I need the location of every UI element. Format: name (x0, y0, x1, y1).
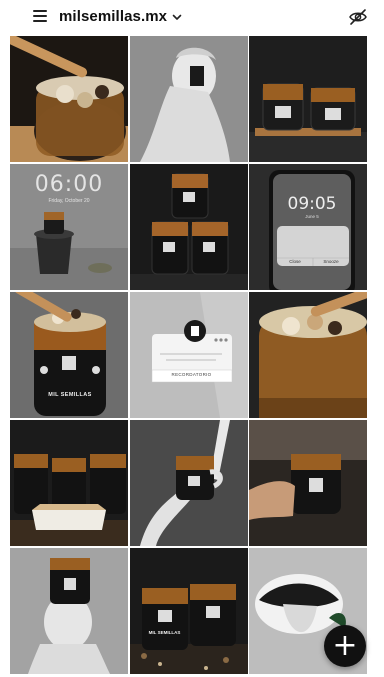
jar-label-text: MIL SEMILLAS (48, 392, 92, 398)
tile-image (249, 420, 367, 546)
plus-icon: + (332, 628, 358, 663)
tile-image (129, 36, 248, 162)
tile-two-jars-scattered[interactable]: MIL SEMILLAS (129, 548, 248, 674)
eye-off-icon[interactable] (348, 8, 368, 26)
tile-image (129, 164, 248, 290)
tile-image (129, 548, 248, 674)
tile-image (10, 36, 128, 162)
tile-jar-spoon-closeup[interactable] (10, 36, 128, 162)
chevron-down-icon (172, 14, 182, 20)
tile-image (10, 548, 128, 674)
tile-image (249, 292, 367, 418)
tile-bust-jar-head[interactable] (10, 548, 128, 674)
jar-label-text: MIL SEMILLAS (148, 630, 181, 635)
tile-phone-notification[interactable]: 09:05 June 5 Close Snooze (249, 164, 367, 290)
account-name: milsemillas.mx (59, 8, 168, 25)
tile-image (10, 420, 128, 546)
notification-date: June 5 (305, 214, 319, 219)
top-bar: milsemillas.mx (0, 0, 384, 34)
account-switcher[interactable]: milsemillas.mx (59, 8, 182, 25)
tile-image (249, 164, 367, 290)
notification-time: 09:05 (287, 194, 337, 214)
tile-image (129, 420, 248, 546)
reminder-button-label: RECORDATORIO (171, 372, 212, 377)
tile-lockscreen-pedestal[interactable]: 06:00 Friday, October 20 (10, 164, 128, 290)
tile-jars-with-cake[interactable] (10, 420, 128, 546)
tile-hand-jar-dark[interactable] (249, 420, 367, 546)
hamburger-menu-icon[interactable] (33, 10, 47, 22)
lockscreen-date: Friday, October 20 (48, 198, 90, 204)
tile-reminder-card[interactable]: RECORDATORIO (129, 292, 248, 418)
tile-jar-open-spoon[interactable] (249, 292, 367, 418)
tile-greek-bust-statue[interactable] (129, 36, 248, 162)
tile-stacked-jars[interactable] (129, 164, 248, 290)
tile-image (129, 292, 248, 418)
tile-image (10, 292, 128, 418)
photo-grid: 06:00 Friday, October 20 09:05 June 5 Cl… (10, 36, 367, 674)
lockscreen-time: 06:00 (34, 172, 104, 197)
notification-close: Close (289, 259, 301, 264)
notification-snooze: Snooze (323, 259, 339, 264)
tile-image (249, 36, 367, 162)
create-post-button[interactable]: + (324, 625, 366, 667)
tile-jar-mil-semillas[interactable]: MIL SEMILLAS (10, 292, 128, 418)
tile-two-jars-on-board[interactable] (249, 36, 367, 162)
tile-hand-holding-jar[interactable] (129, 420, 248, 546)
